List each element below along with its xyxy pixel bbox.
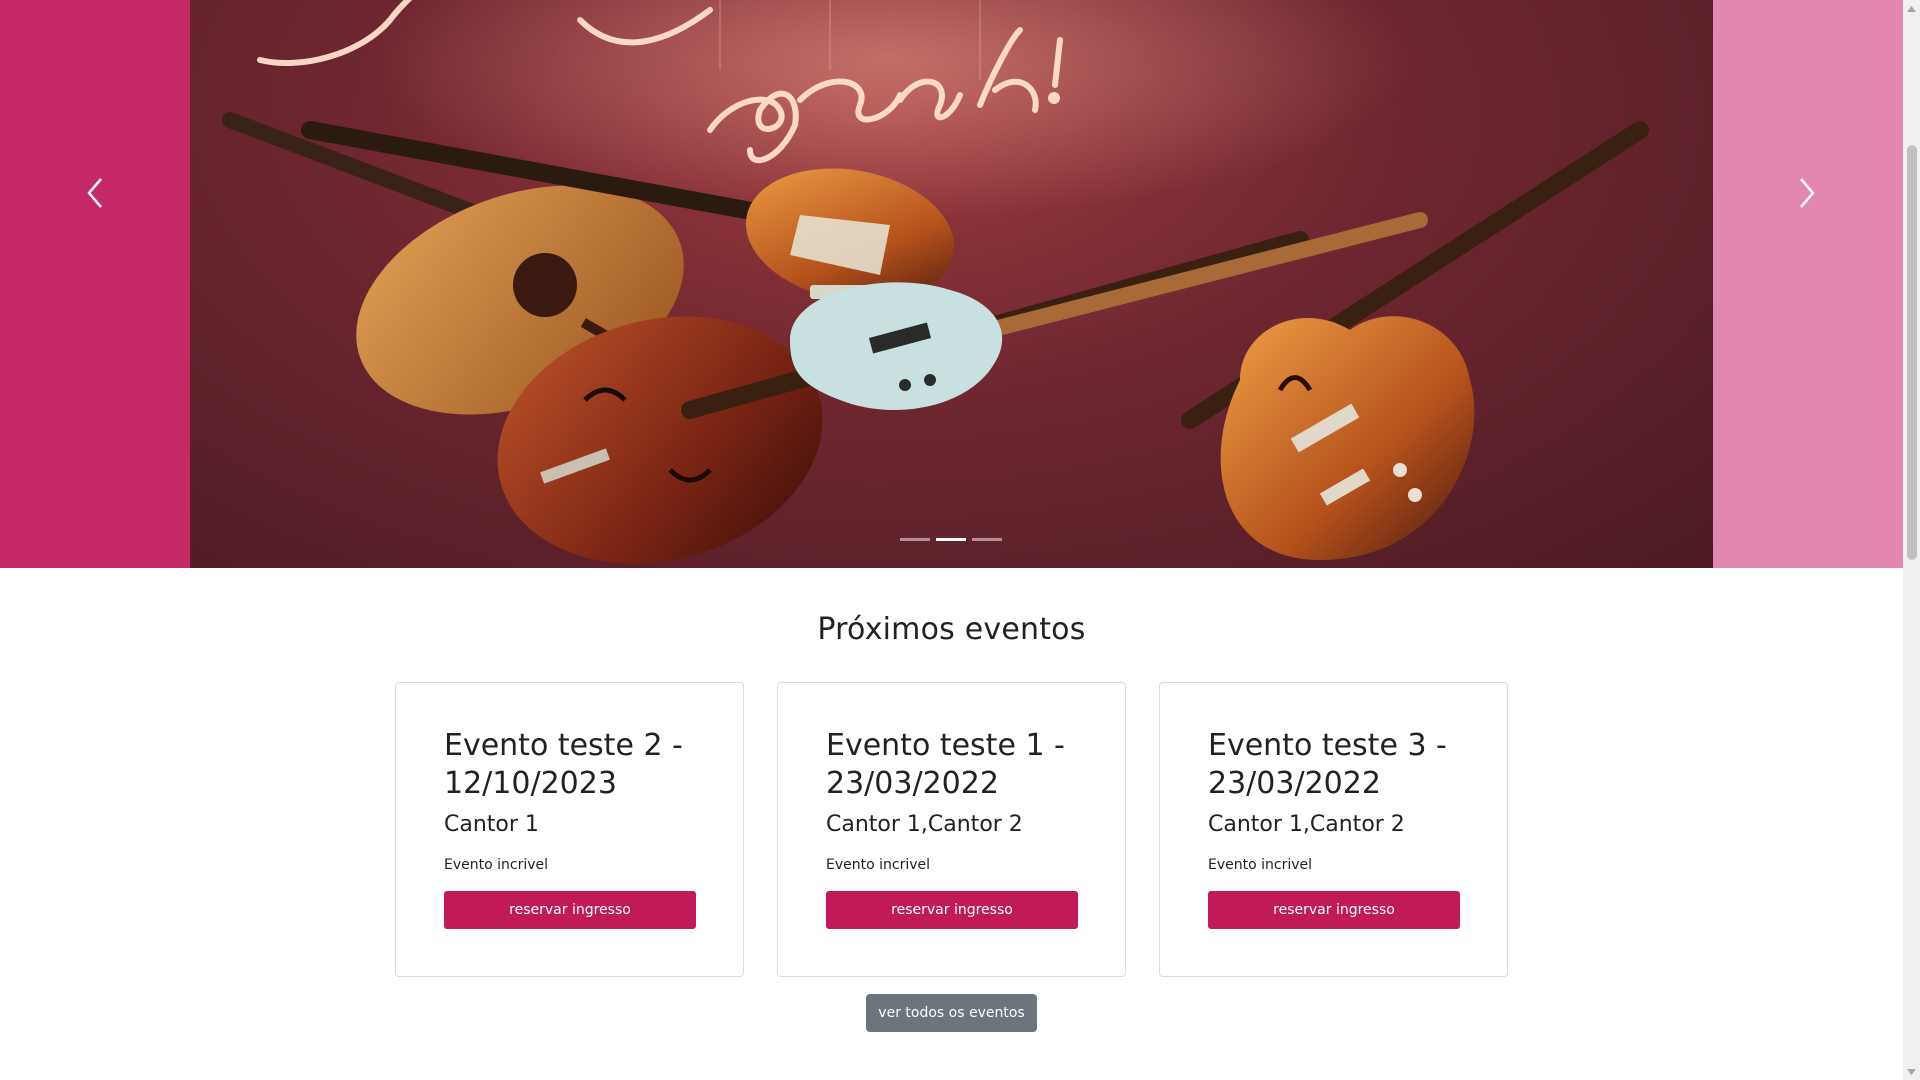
scroll-up-arrow-icon[interactable] xyxy=(1903,0,1920,17)
guitars-neon-illustration xyxy=(222,0,1649,564)
section-title: Próximos eventos xyxy=(817,612,1086,647)
event-title: Evento teste 1 - 23/03/2022 xyxy=(826,728,1065,801)
event-artists: Cantor 1,Cantor 2 xyxy=(1208,812,1405,837)
event-artists: Cantor 1 xyxy=(444,812,539,837)
event-artists: Cantor 1,Cantor 2 xyxy=(826,812,1023,837)
carousel-right-band xyxy=(1712,0,1903,568)
event-card: Evento teste 3 - 23/03/2022 Cantor 1,Can… xyxy=(1159,682,1508,977)
carousel-next-button[interactable] xyxy=(1767,150,1847,236)
reserve-ticket-button[interactable]: reservar ingresso xyxy=(826,891,1078,929)
carousel-left-band xyxy=(0,0,191,568)
sunburst-archtop-guitar xyxy=(1181,121,1649,560)
event-description: Evento incrivel xyxy=(444,857,549,873)
chevron-right-icon xyxy=(1800,178,1815,208)
carousel-indicator-2[interactable] xyxy=(936,538,966,541)
event-card: Evento teste 1 - 23/03/2022 Cantor 1,Can… xyxy=(777,682,1126,977)
carousel-indicator-1[interactable] xyxy=(900,538,930,541)
page-scrollbar[interactable] xyxy=(1903,0,1920,1080)
carousel-indicators xyxy=(900,537,1002,543)
carousel-prev-button[interactable] xyxy=(55,150,135,236)
event-title: Evento teste 3 - 23/03/2022 xyxy=(1208,728,1447,801)
hero-carousel xyxy=(0,0,1903,568)
view-all-events-button[interactable]: ver todos os eventos xyxy=(866,994,1037,1032)
event-card: Evento teste 2 - 12/10/2023 Cantor 1 Eve… xyxy=(395,682,744,977)
event-title: Evento teste 2 - 12/10/2023 xyxy=(444,728,683,801)
page: Próximos eventos Evento teste 2 - 12/10/… xyxy=(0,0,1903,1080)
event-description: Evento incrivel xyxy=(826,857,931,873)
scrollbar-thumb[interactable] xyxy=(1907,145,1917,560)
chevron-left-icon xyxy=(87,178,102,208)
scroll-down-arrow-icon[interactable] xyxy=(1903,1063,1920,1080)
carousel-indicator-3[interactable] xyxy=(972,538,1002,541)
reserve-ticket-button[interactable]: reservar ingresso xyxy=(444,891,696,929)
event-description: Evento incrivel xyxy=(1208,857,1313,873)
reserve-ticket-button[interactable]: reservar ingresso xyxy=(1208,891,1460,929)
carousel-slide-image xyxy=(190,0,1713,568)
